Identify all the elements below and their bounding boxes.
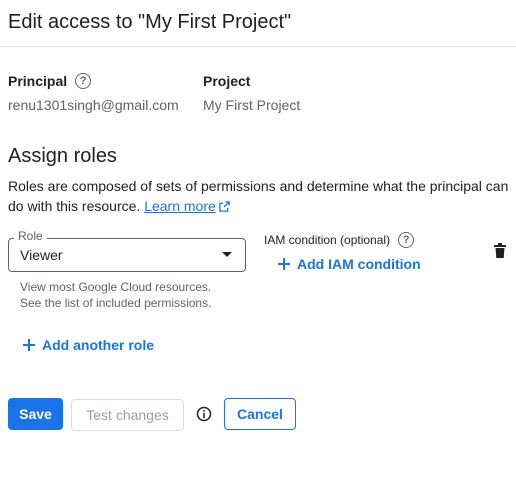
project-value: My First Project: [203, 97, 301, 113]
info-icon[interactable]: [196, 406, 212, 422]
external-link-icon: [219, 201, 230, 212]
assign-roles-description: Roles are composed of sets of permission…: [8, 176, 516, 216]
role-field-label: Role: [14, 229, 47, 243]
role-help-text: View most Google Cloud resources. See th…: [20, 279, 211, 311]
role-help-line-1: View most Google Cloud resources.: [20, 280, 212, 294]
add-another-role-label: Add another role: [42, 337, 155, 353]
save-button[interactable]: Save: [8, 398, 63, 430]
principal-help-icon[interactable]: ?: [75, 73, 92, 89]
learn-more-link[interactable]: Learn more: [144, 198, 216, 214]
principal-label: Principal: [8, 73, 68, 89]
role-select-value: Viewer: [20, 247, 63, 263]
role-help-line-2: See the list of included permissions.: [20, 296, 212, 310]
edit-access-dialog: Edit access to "My First Project" Princi…: [0, 0, 516, 479]
iam-condition-label-group: IAM condition (optional) ?: [264, 232, 415, 248]
principal-label-group: Principal ?: [8, 73, 92, 89]
test-changes-button[interactable]: Test changes: [71, 399, 184, 431]
dialog-title: Edit access to "My First Project": [8, 11, 292, 33]
iam-condition-help-icon[interactable]: ?: [398, 232, 415, 248]
principal-value: renu1301singh@gmail.com: [8, 97, 179, 113]
add-iam-condition-button[interactable]: Add IAM condition: [277, 256, 421, 272]
cancel-button[interactable]: Cancel: [224, 398, 296, 430]
title-divider: [0, 46, 516, 47]
plus-icon: [23, 339, 35, 351]
add-another-role-button[interactable]: Add another role: [22, 337, 154, 353]
assign-roles-heading: Assign roles: [8, 145, 117, 167]
learn-more-label: Learn more: [144, 198, 216, 214]
assign-roles-description-text: Roles are composed of sets of permission…: [8, 178, 509, 214]
iam-condition-label: IAM condition (optional): [264, 233, 391, 247]
add-iam-condition-label: Add IAM condition: [297, 256, 421, 272]
project-label: Project: [203, 73, 251, 89]
trash-icon[interactable]: [493, 243, 507, 259]
arrow-drop-down-icon[interactable]: [222, 252, 232, 257]
plus-icon: [278, 258, 290, 270]
